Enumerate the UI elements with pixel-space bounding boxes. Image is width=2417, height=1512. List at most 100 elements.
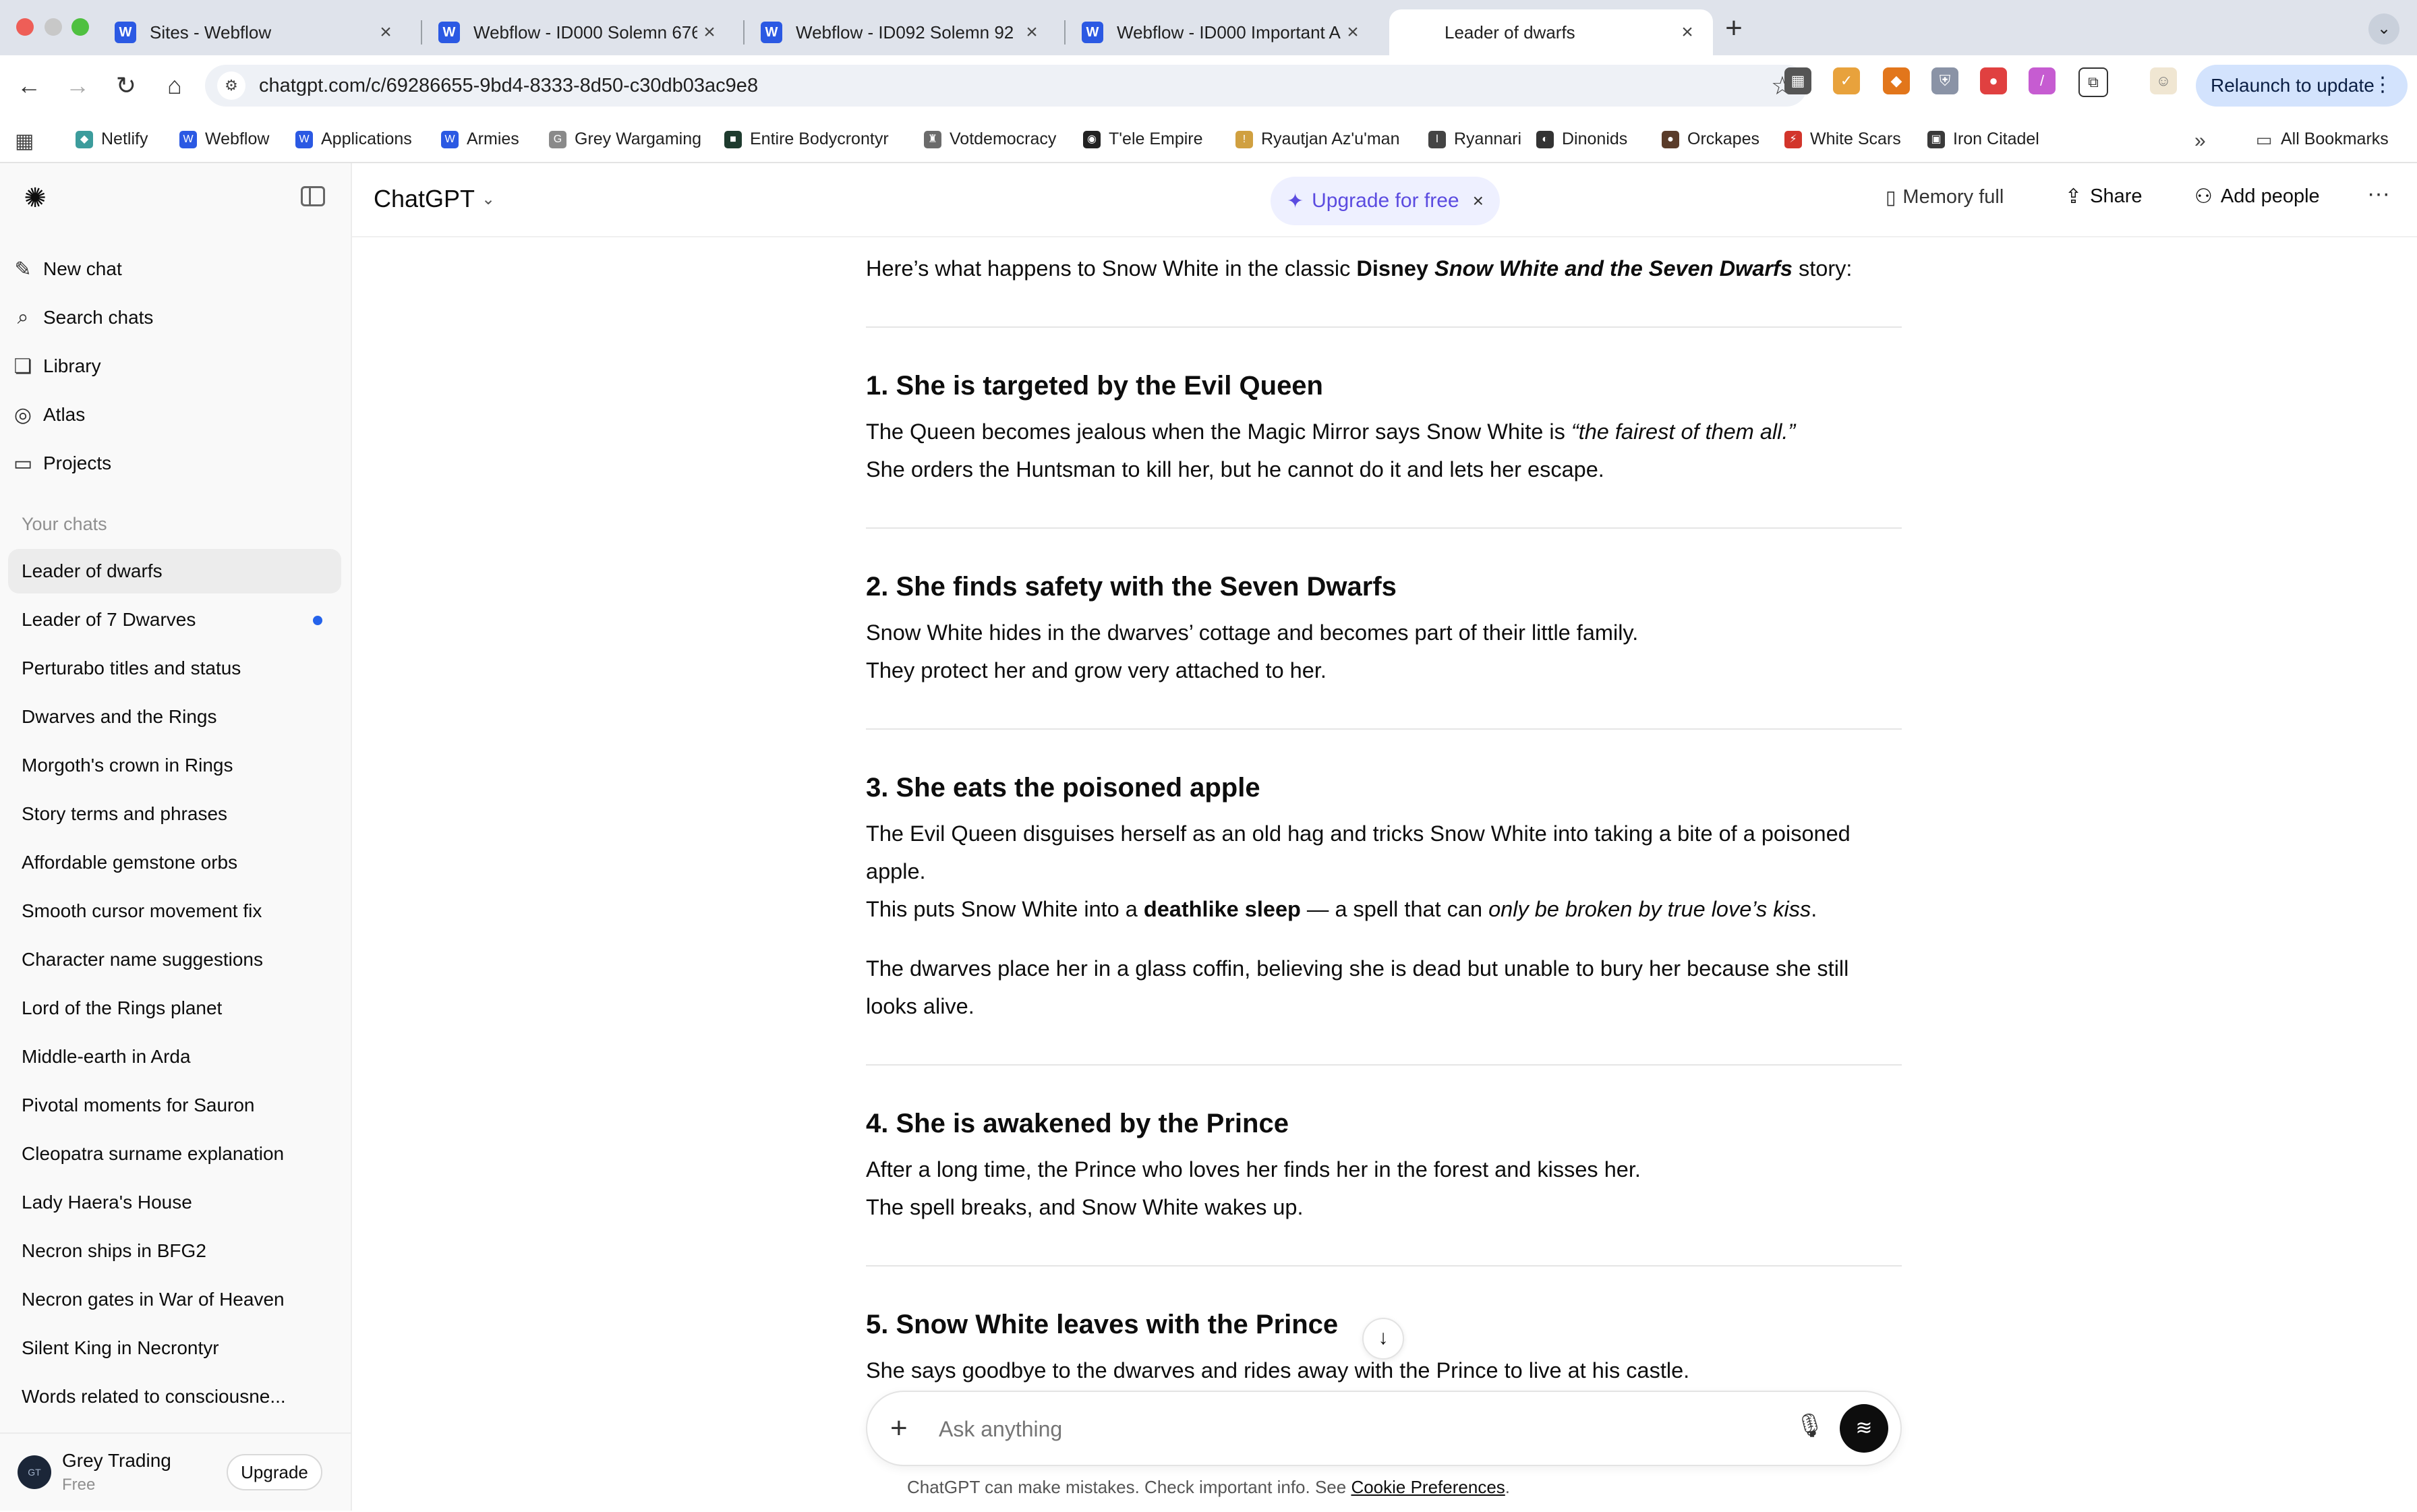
all-bookmarks-folder[interactable]: ▭ All Bookmarks xyxy=(2255,129,2389,149)
home-icon[interactable]: ⌂ xyxy=(156,67,193,104)
chat-history-item[interactable]: Lord of the Rings planet xyxy=(8,986,341,1030)
reload-icon[interactable]: ↻ xyxy=(108,67,144,104)
add-attachment-icon[interactable]: + xyxy=(890,1409,908,1447)
chat-history-item[interactable]: Pivotal moments for Sauron xyxy=(8,1083,341,1128)
shield-extension-icon[interactable]: ⛨ xyxy=(1931,67,1958,94)
chat-title: Cleopatra surname explanation xyxy=(22,1143,285,1164)
window-close-button[interactable] xyxy=(16,18,34,36)
more-options-icon[interactable]: ··· xyxy=(2367,181,2390,207)
chat-history-item[interactable]: Leader of 7 Dwarves xyxy=(8,598,341,642)
sidebar-item-library[interactable]: ❏ Library xyxy=(9,343,101,389)
bookmark-item[interactable]: ● Orckapes xyxy=(1662,129,1759,149)
tab-search-icon[interactable]: ⌄ xyxy=(2368,13,2399,45)
chat-history-item[interactable]: Lady Haera's House xyxy=(8,1180,341,1225)
sidebar-item-projects[interactable]: ▭ Projects xyxy=(9,440,111,486)
bookmark-item[interactable]: ◉ T'ele Empire xyxy=(1083,129,1203,149)
window-zoom-button[interactable] xyxy=(71,18,89,36)
memory-label: Memory full xyxy=(1902,186,2004,208)
bookmark-item[interactable]: W Applications xyxy=(295,129,412,149)
browser-tab[interactable]: W Webflow - ID000 Solemn 676 × xyxy=(425,9,735,55)
bookmark-item[interactable]: ǀ Ryannari xyxy=(1428,129,1521,149)
chat-history-item[interactable]: Middle-earth in Arda xyxy=(8,1035,341,1079)
extension-icon[interactable]: ✓ xyxy=(1833,67,1860,94)
address-url[interactable]: chatgpt.com/c/69286655-9bd4-8333-8d50-c3… xyxy=(259,75,758,97)
profile-avatar-icon[interactable]: ☺ xyxy=(2150,67,2177,94)
chat-history-item[interactable]: Character name suggestions xyxy=(8,937,341,982)
sidebar-toggle-icon[interactable] xyxy=(301,186,325,206)
back-icon[interactable]: ← xyxy=(11,67,47,104)
memory-full-button[interactable]: ▯ Memory full xyxy=(1886,186,2004,208)
chat-history-item[interactable]: Necron gates in War of Heaven xyxy=(8,1277,341,1322)
apps-grid-icon[interactable]: ▦ xyxy=(15,129,34,153)
bookmark-item[interactable]: ■ Entire Bodycrontyr xyxy=(724,129,889,149)
browser-tab-active[interactable]: Leader of dwarfs × xyxy=(1389,9,1713,55)
extensions-puzzle-icon[interactable]: ⧉ xyxy=(2078,67,2108,97)
bookmark-item[interactable]: ▣ Iron Citadel xyxy=(1927,129,2039,149)
chat-history-item[interactable]: Necron ships in BFG2 xyxy=(8,1229,341,1273)
openai-logo-icon[interactable]: ✺ xyxy=(20,183,50,213)
chat-title: Necron ships in BFG2 xyxy=(22,1240,206,1261)
bookmark-item[interactable]: ◆ Netlify xyxy=(76,129,148,149)
tab-close-icon[interactable]: × xyxy=(1020,21,1044,44)
relaunch-to-update-button[interactable]: Relaunch to update ⋮ xyxy=(2196,65,2408,107)
chrome-extension-icon[interactable]: ● xyxy=(1980,67,2007,94)
site-info-icon[interactable]: ⚙ xyxy=(217,71,245,100)
prompt-input[interactable] xyxy=(937,1409,1763,1449)
user-menu[interactable]: GT Grey Trading Free Upgrade xyxy=(0,1432,351,1512)
add-people-label: Add people xyxy=(2220,185,2320,207)
new-tab-icon[interactable]: + xyxy=(1717,13,1751,47)
section-line: She orders the Huntsman to kill her, but… xyxy=(866,457,1604,482)
bookmark-item[interactable]: G Grey Wargaming xyxy=(549,129,701,149)
tab-close-icon[interactable]: × xyxy=(697,21,722,44)
bookmark-item[interactable]: ⚡ White Scars xyxy=(1784,129,1901,149)
cookie-preferences-link[interactable]: Cookie Preferences xyxy=(1351,1477,1505,1497)
window-minimize-button[interactable] xyxy=(45,18,62,36)
chat-history-item[interactable]: Perturabo titles and status xyxy=(8,646,341,691)
line-text: — a spell that can xyxy=(1300,897,1489,921)
chat-history-item[interactable]: Silent King in Necrontyr xyxy=(8,1326,341,1370)
bookmark-item[interactable]: W Armies xyxy=(441,129,519,149)
user-name: Grey Trading xyxy=(62,1450,171,1471)
chat-history-item[interactable]: Morgoth's crown in Rings xyxy=(8,743,341,788)
qr-extension-icon[interactable]: ▦ xyxy=(1784,67,1811,94)
forward-icon[interactable]: → xyxy=(59,67,96,104)
bookmark-item[interactable]: ♜ Votdemocracy xyxy=(924,129,1056,149)
address-bar[interactable]: ⚙ chatgpt.com/c/69286655-9bd4-8333-8d50-… xyxy=(205,65,1807,107)
more-vertical-icon[interactable]: ⋮ xyxy=(2372,73,2393,96)
bookmark-item[interactable]: ǃ Ryautjan Az'u'man xyxy=(1235,129,1400,149)
color-picker-extension-icon[interactable]: / xyxy=(2029,67,2056,94)
chat-history-item[interactable]: Cleopatra surname explanation xyxy=(8,1132,341,1176)
sidebar: ✺ ✎ New chat ⌕ Search chats ❏ Library ◎ … xyxy=(0,163,352,1511)
microphone-icon[interactable]: 🎙 xyxy=(1795,1412,1824,1439)
chat-history-item[interactable]: Dwarves and the Rings xyxy=(8,695,341,739)
chat-history-item[interactable]: Story terms and phrases xyxy=(8,792,341,836)
sidebar-item-search-chats[interactable]: ⌕ Search chats xyxy=(9,295,154,341)
scroll-to-bottom-icon[interactable]: ↓ xyxy=(1362,1318,1404,1360)
tab-close-icon[interactable]: × xyxy=(1341,21,1365,44)
add-people-button[interactable]: ⚇ Add people xyxy=(2194,185,2320,208)
chat-history-item[interactable]: Affordable gemstone orbs xyxy=(8,840,341,885)
browser-tab[interactable]: W Webflow - ID092 Solemn 92 × xyxy=(747,9,1057,55)
sidebar-item-atlas[interactable]: ◎ Atlas xyxy=(9,392,85,438)
compose-icon: ✎ xyxy=(14,258,32,281)
sidebar-item-label: New chat xyxy=(43,258,122,279)
voice-mode-button[interactable]: ≋ xyxy=(1840,1404,1888,1453)
browser-tab[interactable]: W Webflow - ID000 Important A × xyxy=(1068,9,1378,55)
chat-header: ChatGPT ⌄ ✦ Upgrade for free × ▯ Memory … xyxy=(352,163,2417,237)
bookmarks-overflow-icon[interactable]: » xyxy=(2194,129,2206,152)
chat-history-item[interactable]: Smooth cursor movement fix xyxy=(8,889,341,933)
bookmark-item[interactable]: ◐ Dinonids xyxy=(1536,129,1627,149)
metamask-extension-icon[interactable]: ◆ xyxy=(1883,67,1910,94)
tab-close-icon[interactable]: × xyxy=(374,21,398,44)
bookmark-item[interactable]: W Webflow xyxy=(179,129,269,149)
browser-tab[interactable]: W Sites - Webflow × xyxy=(101,9,411,55)
chat-title: Morgoth's crown in Rings xyxy=(22,755,233,776)
model-selector[interactable]: ChatGPT ⌄ xyxy=(374,185,495,213)
tab-close-icon[interactable]: × xyxy=(1675,21,1699,44)
chat-history-item[interactable]: Leader of dwarfs xyxy=(8,549,341,593)
sidebar-item-new-chat[interactable]: ✎ New chat xyxy=(9,246,122,292)
share-button[interactable]: ⇪ Share xyxy=(2065,185,2143,208)
close-icon[interactable]: × xyxy=(1473,190,1484,212)
upgrade-for-free-pill[interactable]: ✦ Upgrade for free × xyxy=(1271,177,1500,225)
chat-history-item[interactable]: Words related to consciousne... xyxy=(8,1374,341,1419)
